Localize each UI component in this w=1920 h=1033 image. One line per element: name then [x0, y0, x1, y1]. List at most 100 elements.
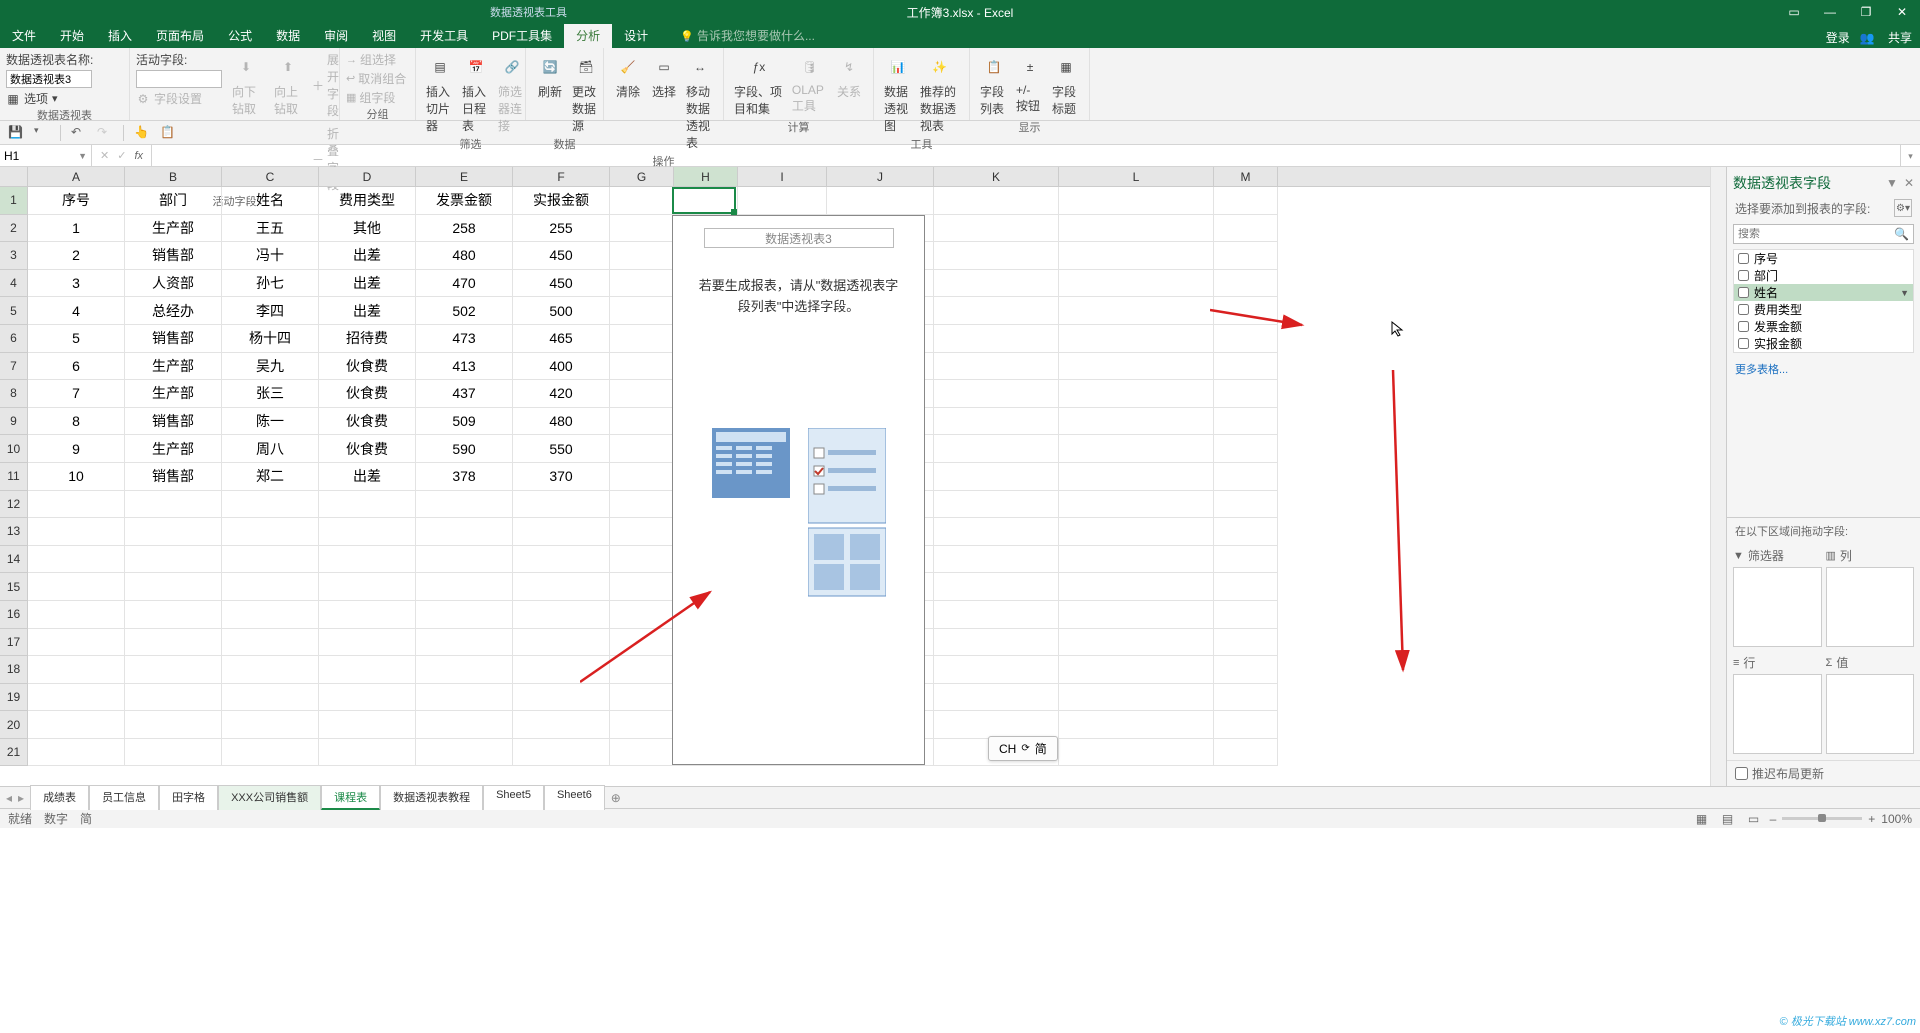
ribbon-tab-4[interactable]: 公式: [216, 23, 264, 48]
cell[interactable]: [1059, 656, 1214, 684]
cell[interactable]: [222, 739, 319, 767]
cell[interactable]: [1214, 297, 1278, 325]
cell[interactable]: 6: [28, 353, 125, 381]
cell[interactable]: [222, 656, 319, 684]
more-tables-link[interactable]: 更多表格...: [1727, 355, 1920, 383]
name-box[interactable]: ▼: [0, 145, 92, 166]
cell[interactable]: 部门: [125, 187, 222, 215]
cell[interactable]: [934, 297, 1059, 325]
cell[interactable]: [222, 629, 319, 657]
cell[interactable]: 450: [513, 270, 610, 298]
ribbon-tab-10[interactable]: 分析: [564, 23, 612, 48]
group-selection-button[interactable]: → 组选择: [346, 51, 406, 68]
cell[interactable]: 陈一: [222, 408, 319, 436]
row-header[interactable]: 14: [0, 546, 28, 574]
ribbon-tab-2[interactable]: 插入: [96, 23, 144, 48]
cell[interactable]: [222, 684, 319, 712]
cell[interactable]: 378: [416, 463, 513, 491]
cell[interactable]: 生产部: [125, 380, 222, 408]
field-checkbox[interactable]: [1738, 338, 1749, 349]
cell[interactable]: [1214, 491, 1278, 519]
cell[interactable]: [1214, 380, 1278, 408]
cell[interactable]: [934, 325, 1059, 353]
cell[interactable]: [1214, 408, 1278, 436]
cell[interactable]: [934, 408, 1059, 436]
cell[interactable]: 郑二: [222, 463, 319, 491]
field-item[interactable]: 费用类型: [1734, 301, 1913, 318]
recommend-pivot-button[interactable]: ✨推荐的数据透视表: [916, 51, 963, 136]
cell[interactable]: [319, 684, 416, 712]
sheet-tab[interactable]: 成绩表: [30, 785, 89, 810]
cell[interactable]: [1059, 491, 1214, 519]
row-header[interactable]: 5: [0, 297, 28, 325]
share-button[interactable]: 👥 共享: [1860, 29, 1912, 46]
cell[interactable]: [222, 491, 319, 519]
cell[interactable]: [319, 629, 416, 657]
move-pivot-button[interactable]: ↔移动数据透视表: [682, 51, 718, 153]
cell[interactable]: [1214, 435, 1278, 463]
cell[interactable]: 伙食费: [319, 353, 416, 381]
zoom-in-button[interactable]: +: [1868, 812, 1875, 826]
cell[interactable]: [319, 573, 416, 601]
cell[interactable]: [934, 491, 1059, 519]
cell[interactable]: [125, 518, 222, 546]
cell[interactable]: [125, 573, 222, 601]
cell[interactable]: [934, 546, 1059, 574]
cell[interactable]: [1214, 242, 1278, 270]
cell[interactable]: 480: [416, 242, 513, 270]
cell[interactable]: 张三: [222, 380, 319, 408]
cell[interactable]: [416, 491, 513, 519]
row-header[interactable]: 1: [0, 187, 28, 215]
ime-indicator[interactable]: CH ⟳ 简: [988, 736, 1058, 761]
pivot-name-input[interactable]: [6, 70, 92, 88]
clear-button[interactable]: 🧹清除: [610, 51, 646, 102]
cell[interactable]: 吴九: [222, 353, 319, 381]
cell[interactable]: [1059, 408, 1214, 436]
group-field-button[interactable]: ▦ 组字段: [346, 89, 406, 106]
field-item[interactable]: 姓名▼: [1734, 284, 1913, 301]
cell[interactable]: [1059, 463, 1214, 491]
cell[interactable]: [934, 435, 1059, 463]
cell[interactable]: [222, 601, 319, 629]
field-list[interactable]: 序号部门姓名▼费用类型发票金额实报金额: [1733, 249, 1914, 353]
cell[interactable]: [125, 684, 222, 712]
cell[interactable]: [513, 739, 610, 767]
cell[interactable]: 发票金额: [416, 187, 513, 215]
drill-up-button[interactable]: ⬆向上钻取: [270, 51, 306, 119]
field-item[interactable]: 部门: [1734, 267, 1913, 284]
olap-tools-button[interactable]: 🛢OLAP 工具: [788, 51, 831, 116]
cell[interactable]: 出差: [319, 463, 416, 491]
cell[interactable]: [1214, 270, 1278, 298]
filters-drop-area[interactable]: [1733, 567, 1822, 647]
cell[interactable]: 生产部: [125, 215, 222, 243]
cell[interactable]: 出差: [319, 242, 416, 270]
cell[interactable]: [827, 187, 934, 215]
cell[interactable]: 伙食费: [319, 408, 416, 436]
cell[interactable]: [1214, 656, 1278, 684]
pivot-options-button[interactable]: ▦选项 ▾: [6, 90, 93, 107]
cell[interactable]: [125, 601, 222, 629]
cell[interactable]: [513, 684, 610, 712]
pivot-chart-button[interactable]: 📊数据透视图: [880, 51, 916, 136]
cell[interactable]: [674, 187, 738, 215]
cell[interactable]: [319, 711, 416, 739]
cell[interactable]: [610, 435, 674, 463]
cell[interactable]: [222, 573, 319, 601]
column-header-J[interactable]: J: [827, 167, 934, 186]
formula-bar-expand-icon[interactable]: ▾: [1900, 145, 1920, 166]
ribbon-tab-1[interactable]: 开始: [48, 23, 96, 48]
ribbon-tab-0[interactable]: 文件: [0, 23, 48, 48]
field-search[interactable]: 🔍: [1733, 224, 1914, 244]
cell[interactable]: [934, 573, 1059, 601]
cell[interactable]: 9: [28, 435, 125, 463]
cell[interactable]: [610, 463, 674, 491]
tell-me-hint[interactable]: 💡 告诉我您想要做什么...: [680, 27, 815, 48]
cell[interactable]: [1059, 270, 1214, 298]
cell[interactable]: [28, 546, 125, 574]
redo-icon[interactable]: ↷: [97, 125, 113, 141]
field-headers-toggle[interactable]: ▦字段标题: [1048, 51, 1084, 119]
cell[interactable]: [610, 325, 674, 353]
column-header-E[interactable]: E: [416, 167, 513, 186]
cell[interactable]: [1214, 325, 1278, 353]
cell[interactable]: 437: [416, 380, 513, 408]
